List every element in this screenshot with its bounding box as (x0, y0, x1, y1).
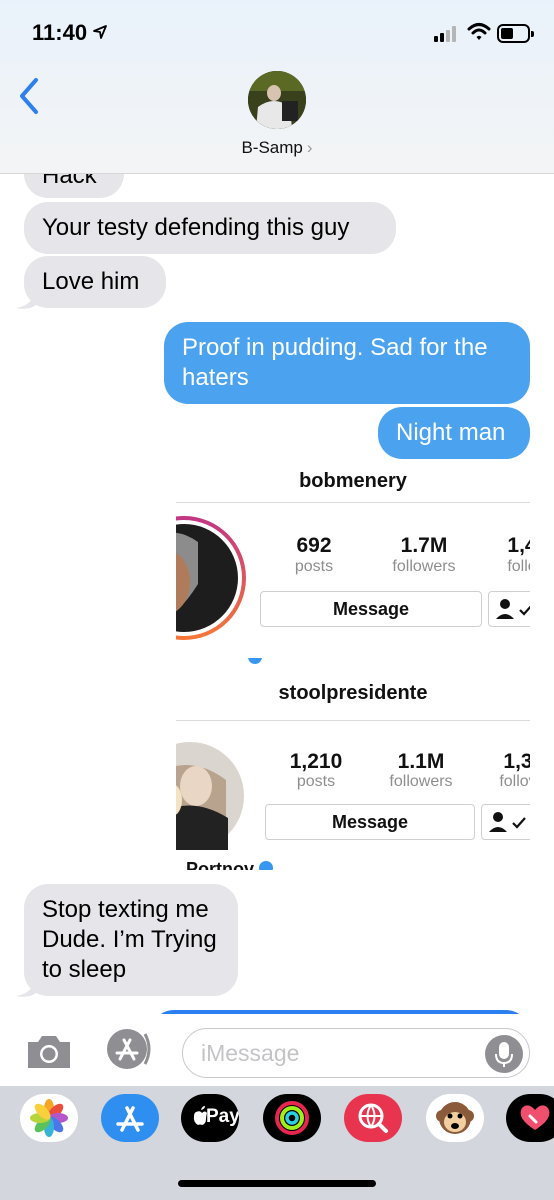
person-check-icon (489, 812, 526, 832)
camera-icon[interactable] (24, 1032, 74, 1072)
microphone-icon (495, 1042, 513, 1067)
profile-username: bobmenery (299, 470, 407, 492)
apple-pay-label: Pay (206, 1106, 239, 1127)
instagram-profile-card[interactable]: bobmenery 692 posts 1.7M followers 1,4 f… (176, 460, 530, 665)
conversation-header: 11:40 B-Samp › (0, 0, 554, 174)
message-text: Night man (396, 419, 506, 446)
message-bubble-incoming[interactable]: Your testy defending this guy (24, 202, 396, 254)
contact-avatar[interactable] (248, 71, 306, 129)
microphone-button[interactable] (485, 1035, 523, 1073)
message-bubble-incoming[interactable]: Love him (24, 256, 166, 308)
apple-pay-icon[interactable]: Pay (181, 1094, 239, 1142)
divider (176, 502, 530, 503)
app-store-icon[interactable] (101, 1094, 159, 1142)
following-count: 1,3 (503, 750, 530, 773)
instagram-profile-card[interactable]: stoolpresidente 1,210 posts 1.1M followe… (176, 666, 530, 870)
message-button[interactable]: Message (265, 804, 475, 840)
posts-count: 1,210 (289, 750, 343, 773)
location-arrow-icon (93, 25, 107, 39)
compose-bar: iMessage (0, 1014, 554, 1086)
message-bubble-outgoing[interactable]: Proof in pudding. Sad for the haters (164, 322, 530, 404)
bubble-tail (16, 288, 38, 309)
posts-count: 692 (296, 534, 332, 557)
following-label: follov (499, 773, 530, 790)
followers-label: followers (389, 773, 453, 790)
activity-icon[interactable] (263, 1094, 321, 1142)
bubble-tail (16, 976, 38, 997)
imessage-placeholder: iMessage (201, 1040, 300, 1066)
chevron-right-icon: › (306, 138, 313, 157)
messages-screen: Hack Your testy defending this guy Love … (0, 0, 554, 1200)
divider (176, 720, 530, 721)
posts-label: posts (294, 558, 334, 575)
message-text: Your testy defending this guy (42, 214, 350, 241)
contact-name[interactable]: B-Samp › (0, 138, 554, 158)
wifi-icon (467, 23, 491, 40)
posts-label: posts (296, 773, 336, 790)
profile-name-partial: Portnov (186, 860, 296, 870)
digital-touch-icon[interactable] (506, 1094, 554, 1142)
profile-name-partial (176, 658, 266, 664)
message-text: Love him (42, 268, 140, 295)
message-bubble-outgoing[interactable]: Night man (378, 407, 530, 459)
following-count: 1,4 (507, 534, 530, 557)
message-button[interactable]: Message (260, 591, 482, 627)
followers-count: 1.1M (397, 750, 445, 773)
profile-username: stoolpresidente (278, 682, 428, 704)
following-label: follo (507, 558, 530, 575)
following-button[interactable] (488, 591, 530, 627)
imessage-input[interactable]: iMessage (182, 1028, 530, 1078)
profile-avatar (176, 742, 244, 850)
web-search-icon[interactable] (344, 1094, 402, 1142)
message-text: Proof in pudding. Sad for the haters (182, 334, 488, 391)
followers-label: followers (392, 558, 456, 575)
following-button[interactable] (481, 804, 530, 840)
back-chevron-icon[interactable] (14, 76, 46, 116)
battery-icon (497, 24, 534, 43)
app-store-icon[interactable] (103, 1028, 157, 1070)
message-text: Stop texting me Dude. I’m Trying to slee… (42, 896, 217, 983)
message-bubble-incoming[interactable]: Stop texting me Dude. I’m Trying to slee… (24, 884, 238, 996)
followers-count: 1.7M (400, 534, 448, 557)
status-time: 11:40 (32, 20, 88, 45)
profile-name: Portnov (186, 860, 255, 870)
home-indicator[interactable] (178, 1180, 376, 1187)
profile-avatar (176, 516, 246, 640)
cellular-signal-icon (434, 26, 460, 42)
person-check-icon (496, 599, 530, 619)
photos-icon[interactable] (20, 1094, 78, 1142)
animoji-icon[interactable] (426, 1094, 484, 1142)
contact-name-text: B-Samp (241, 138, 303, 157)
